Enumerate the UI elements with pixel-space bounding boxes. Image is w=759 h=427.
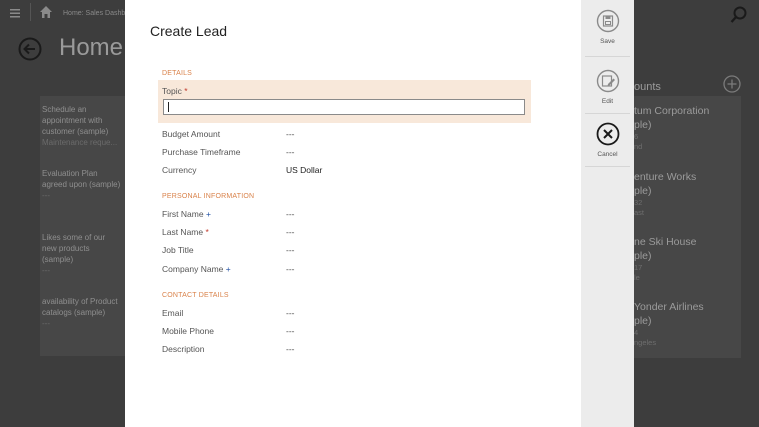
- activity-title: availability of Product catalogs (sample…: [42, 297, 118, 317]
- email-value[interactable]: ---: [286, 308, 295, 318]
- activity-item[interactable]: availability of Product catalogs (sample…: [42, 296, 122, 329]
- add-account-icon[interactable]: [723, 75, 741, 93]
- command-divider: [585, 166, 630, 167]
- account-city: ast: [634, 208, 645, 217]
- edit-icon: [596, 69, 619, 93]
- activity-sub: ---: [42, 266, 50, 275]
- breadcrumb[interactable]: Home: Sales Dashbo: [63, 8, 129, 19]
- command-divider: [585, 56, 630, 57]
- cancel-button[interactable]: Cancel: [581, 122, 634, 158]
- save-button[interactable]: Save: [581, 9, 634, 45]
- activity-title: Likes some of our new products (sample): [42, 233, 106, 264]
- section-contact: CONTACT DETAILS: [162, 292, 229, 299]
- account-name-cont: ple): [634, 185, 652, 197]
- topic-label-text: Topic: [162, 86, 182, 96]
- menu-icon[interactable]: [9, 6, 21, 18]
- account-item[interactable]: enture Works ple) 32 ast: [634, 170, 696, 218]
- account-item[interactable]: ne Ski House ple) 17 le: [634, 235, 696, 283]
- page-title: Home: [59, 34, 124, 61]
- job-title-value[interactable]: ---: [286, 245, 295, 255]
- last-name-value[interactable]: ---: [286, 227, 295, 237]
- activity-item[interactable]: Schedule an appointment with customer (s…: [42, 104, 122, 148]
- save-label: Save: [600, 38, 615, 45]
- account-number: 6: [634, 132, 639, 141]
- home-icon[interactable]: [39, 5, 53, 19]
- mobile-label: Mobile Phone: [162, 326, 214, 336]
- activity-title: Schedule an appointment with customer (s…: [42, 105, 109, 136]
- activity-sub: ---: [42, 191, 50, 200]
- activity-item[interactable]: Likes some of our new products (sample) …: [42, 232, 122, 276]
- required-marker: *: [184, 86, 188, 96]
- command-divider: [585, 113, 630, 114]
- description-value[interactable]: ---: [286, 344, 295, 354]
- first-name-value[interactable]: ---: [286, 209, 295, 219]
- timeframe-label: Purchase Timeframe: [162, 147, 241, 157]
- budget-value[interactable]: ---: [286, 129, 295, 139]
- account-name: tum Corporation: [634, 105, 710, 117]
- account-item[interactable]: Yonder Airlines ple) 4 ngeles: [634, 300, 704, 348]
- account-name: ne Ski House: [634, 236, 697, 248]
- recommended-marker: +: [225, 264, 231, 274]
- required-marker: *: [205, 227, 209, 237]
- activity-title: Evaluation Plan agreed upon (sample): [42, 169, 121, 189]
- timeframe-value[interactable]: ---: [286, 147, 295, 157]
- mobile-value[interactable]: ---: [286, 326, 295, 336]
- first-name-label-text: First Name: [162, 209, 204, 219]
- accounts-title: ounts: [634, 81, 661, 93]
- company-label-text: Company Name: [162, 264, 224, 274]
- topic-input[interactable]: [163, 99, 525, 115]
- first-name-label: First Name +: [162, 209, 211, 219]
- account-city: ngeles: [634, 338, 657, 347]
- edit-button[interactable]: Edit: [581, 69, 634, 105]
- account-number: 17: [634, 263, 643, 272]
- account-name: enture Works: [634, 171, 697, 183]
- job-title-label: Job Title: [162, 245, 194, 255]
- command-bar: Save Edit Cancel: [581, 0, 634, 427]
- recommended-marker: +: [205, 209, 211, 219]
- currency-value[interactable]: US Dollar: [286, 165, 322, 175]
- activities-panel: Schedule an appointment with customer (s…: [40, 96, 125, 356]
- section-details: DETAILS: [162, 70, 193, 77]
- account-name: Yonder Airlines: [634, 301, 704, 313]
- company-label: Company Name +: [162, 264, 231, 274]
- account-item[interactable]: tum Corporation ple) 6 nd: [634, 104, 709, 152]
- account-city: le: [634, 273, 640, 282]
- account-name-cont: ple): [634, 315, 652, 327]
- accounts-panel: tum Corporation ple) 6 nd enture Works p…: [634, 96, 741, 358]
- account-number: 4: [634, 328, 639, 337]
- dialog-title: Create Lead: [150, 23, 228, 39]
- section-personal: PERSONAL INFORMATION: [162, 193, 255, 200]
- company-value[interactable]: ---: [286, 264, 295, 274]
- activity-sub: Maintenance reque...: [42, 138, 118, 147]
- back-button[interactable]: [18, 37, 42, 61]
- save-icon: [596, 9, 619, 33]
- email-label: Email: [162, 308, 184, 318]
- account-city: nd: [634, 142, 643, 151]
- edit-label: Edit: [601, 98, 614, 105]
- cancel-icon: [596, 122, 619, 146]
- account-name-cont: ple): [634, 250, 652, 262]
- account-number: 32: [634, 198, 643, 207]
- cancel-label: Cancel: [597, 151, 618, 158]
- create-lead-dialog: Create Lead DETAILS Topic * Budget Amoun…: [125, 0, 581, 427]
- description-label: Description: [162, 344, 205, 354]
- text-caret: [168, 102, 169, 112]
- account-name-cont: ple): [634, 119, 652, 131]
- budget-label: Budget Amount: [162, 129, 221, 139]
- activity-sub: ---: [42, 319, 50, 328]
- last-name-label-text: Last Name: [162, 227, 204, 237]
- divider: [30, 3, 31, 21]
- search-icon[interactable]: [730, 6, 748, 24]
- last-name-label: Last Name *: [162, 227, 209, 237]
- activity-item[interactable]: Evaluation Plan agreed upon (sample) ---: [42, 168, 122, 201]
- currency-label: Currency: [162, 165, 197, 175]
- topic-label: Topic *: [162, 86, 188, 96]
- back-arrow-icon: [18, 37, 42, 61]
